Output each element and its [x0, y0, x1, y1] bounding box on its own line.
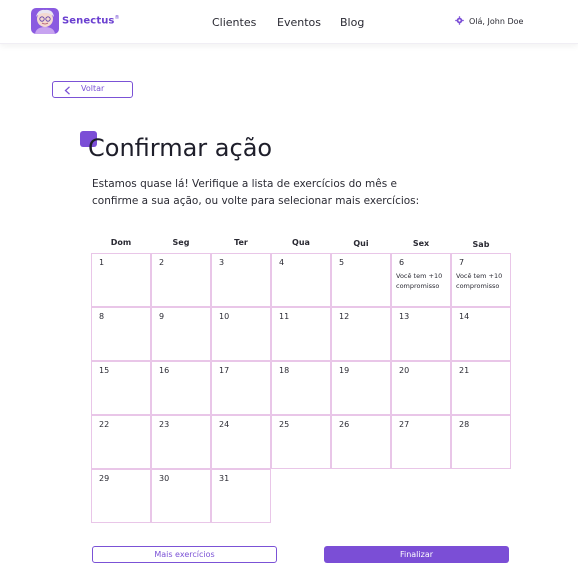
day-number: 8: [99, 312, 105, 321]
finish-button[interactable]: Finalizar: [324, 546, 509, 563]
day-number: 29: [99, 474, 110, 483]
back-button[interactable]: Voltar: [52, 81, 133, 98]
weekday-header: Sex: [412, 239, 430, 248]
day-number: 30: [159, 474, 170, 483]
nav-blog[interactable]: Blog: [340, 16, 364, 29]
weekday-header: Dom: [110, 238, 132, 247]
calendar-day[interactable]: 11: [271, 307, 331, 361]
calendar-day[interactable]: 19: [331, 361, 391, 415]
calendar-day[interactable]: 18: [271, 361, 331, 415]
day-number: 16: [159, 366, 170, 375]
calendar-day[interactable]: 31: [211, 469, 271, 523]
weekday-header: Ter: [234, 238, 248, 247]
day-number: 7: [459, 258, 465, 267]
day-appointments-note: Você tem +10 compromisso: [456, 272, 503, 290]
calendar-day[interactable]: 22: [91, 415, 151, 469]
day-number: 17: [219, 366, 230, 375]
calendar-day[interactable]: 29: [91, 469, 151, 523]
calendar-day[interactable]: 20: [391, 361, 451, 415]
day-number: 10: [219, 312, 230, 321]
calendar-day[interactable]: 6 Você tem +10 compromisso: [391, 253, 451, 307]
brand-name[interactable]: Senectus®: [62, 15, 120, 26]
calendar-day[interactable]: 1: [91, 253, 151, 307]
day-number: 1: [99, 258, 105, 267]
day-number: 6: [399, 258, 405, 267]
month-calendar: Dom Seg Ter Qua Qui Sex Sab 1 2 3 4 5 6 Você tem +10 …: [91, 235, 511, 523]
calendar-day[interactable]: 23: [151, 415, 211, 469]
day-number: 14: [459, 312, 470, 321]
top-navbar: Senectus® Clientes Eventos Blog Olá, Joh…: [0, 0, 578, 44]
calendar-day[interactable]: 25: [271, 415, 331, 469]
calendar-day[interactable]: 17: [211, 361, 271, 415]
day-number: 23: [159, 420, 170, 429]
page-title: Confirmar ação: [88, 134, 273, 162]
day-number: 26: [339, 420, 350, 429]
calendar-day[interactable]: 28: [451, 415, 511, 469]
day-number: 9: [159, 312, 165, 321]
back-button-label: Voltar: [81, 84, 105, 93]
calendar-day[interactable]: 16: [151, 361, 211, 415]
weekday-header: Qui: [353, 239, 369, 248]
day-number: 5: [339, 258, 345, 267]
day-number: 28: [459, 420, 470, 429]
calendar-day[interactable]: 13: [391, 307, 451, 361]
day-number: 15: [99, 366, 110, 375]
calendar-day[interactable]: 9: [151, 307, 211, 361]
user-menu[interactable]: Olá, John Doe: [455, 16, 523, 27]
nav-clientes[interactable]: Clientes: [212, 16, 256, 29]
day-number: 31: [219, 474, 230, 483]
day-number: 19: [339, 366, 350, 375]
day-number: 13: [399, 312, 410, 321]
calendar-day[interactable]: 27: [391, 415, 451, 469]
chevron-left-icon: [64, 86, 70, 95]
calendar-day[interactable]: 12: [331, 307, 391, 361]
calendar-day[interactable]: 8: [91, 307, 151, 361]
day-number: 12: [339, 312, 350, 321]
calendar-day[interactable]: 4: [271, 253, 331, 307]
calendar-day[interactable]: 3: [211, 253, 271, 307]
brand-logo-icon[interactable]: [30, 7, 60, 35]
calendar-day[interactable]: 2: [151, 253, 211, 307]
more-exercises-button[interactable]: Mais exercícios: [92, 546, 277, 563]
calendar-day[interactable]: 21: [451, 361, 511, 415]
calendar-day[interactable]: 26: [331, 415, 391, 469]
weekday-header: Seg: [172, 238, 190, 247]
day-number: 22: [99, 420, 110, 429]
calendar-day[interactable]: 15: [91, 361, 151, 415]
day-number: 3: [219, 258, 225, 267]
day-number: 11: [279, 312, 290, 321]
day-number: 18: [279, 366, 290, 375]
user-greeting: Olá, John Doe: [469, 17, 524, 26]
day-number: 24: [219, 420, 230, 429]
calendar-day[interactable]: 5: [331, 253, 391, 307]
calendar-day[interactable]: 24: [211, 415, 271, 469]
weekday-header: Qua: [292, 238, 310, 247]
day-number: 20: [399, 366, 410, 375]
day-appointments-note: Você tem +10 compromisso: [396, 272, 443, 290]
day-number: 2: [159, 258, 165, 267]
calendar-day[interactable]: 14: [451, 307, 511, 361]
day-number: 21: [459, 366, 470, 375]
calendar-day[interactable]: 7 Você tem +10 compromisso: [451, 253, 511, 307]
calendar-day[interactable]: 30: [151, 469, 211, 523]
day-number: 4: [279, 258, 285, 267]
calendar-day[interactable]: 10: [211, 307, 271, 361]
day-number: 27: [399, 420, 410, 429]
weekday-header: Sab: [472, 240, 490, 249]
page-description: Estamos quase lá! Verifique a lista de e…: [92, 178, 420, 207]
day-number: 25: [279, 420, 290, 429]
gear-icon: [455, 16, 464, 27]
nav-eventos[interactable]: Eventos: [277, 16, 321, 29]
